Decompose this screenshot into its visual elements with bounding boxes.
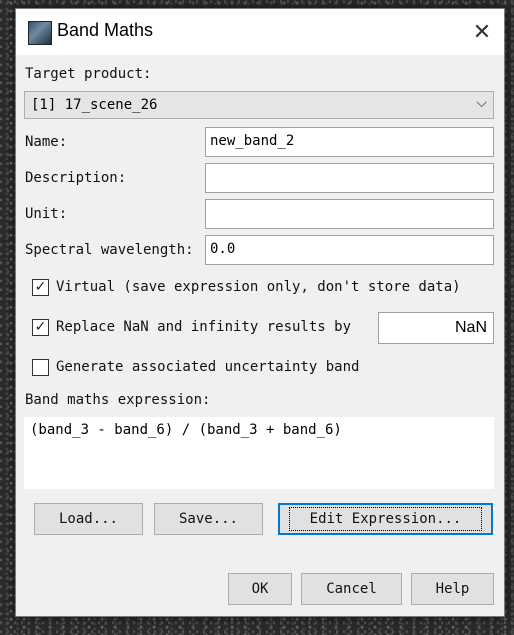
expression-textarea[interactable]: (band_3 - band_6) / (band_3 + band_6) — [24, 417, 494, 489]
edit-expression-button[interactable]: Edit Expression... — [278, 503, 493, 535]
ok-button[interactable]: OK — [228, 573, 292, 605]
target-product-value: [1] 17_scene_26 — [31, 97, 158, 113]
uncertainty-label: Generate associated uncertainty band — [56, 359, 360, 375]
chevron-down-icon: ⌵ — [476, 95, 487, 111]
virtual-label: Virtual (save expression only, don't sto… — [56, 279, 461, 295]
band-maths-dialog: Band Maths ✕ Target product: [1] 17_scen… — [15, 8, 505, 617]
description-label: Description: — [25, 170, 127, 186]
spectral-wavelength-label: Spectral wavelength: — [25, 242, 194, 258]
replace-value-field[interactable]: NaN — [378, 312, 494, 344]
uncertainty-checkbox[interactable] — [32, 359, 49, 376]
help-button[interactable]: Help — [411, 573, 494, 605]
snap-app-icon — [28, 21, 52, 45]
unit-field[interactable] — [205, 199, 494, 229]
target-product-label: Target product: — [25, 66, 152, 82]
load-button[interactable]: Load... — [34, 503, 143, 535]
name-field[interactable]: new_band_2 — [205, 127, 494, 157]
close-icon[interactable]: ✕ — [468, 18, 496, 46]
expression-label: Band maths expression: — [25, 392, 211, 408]
target-product-select[interactable]: [1] 17_scene_26 ⌵ — [24, 91, 494, 119]
save-button[interactable]: Save... — [154, 503, 263, 535]
virtual-checkbox[interactable]: ✓ — [32, 279, 49, 296]
replace-nan-label: Replace NaN and infinity results by — [56, 319, 352, 335]
name-label: Name: — [25, 134, 68, 150]
cancel-button[interactable]: Cancel — [301, 573, 402, 605]
edit-expression-label: Edit Expression... — [288, 507, 483, 531]
window-title: Band Maths — [57, 20, 154, 40]
replace-nan-checkbox[interactable]: ✓ — [32, 319, 49, 336]
title-bar: Band Maths ✕ — [16, 9, 504, 55]
spectral-wavelength-field[interactable]: 0.0 — [205, 235, 494, 265]
description-field[interactable] — [205, 163, 494, 193]
unit-label: Unit: — [25, 206, 68, 222]
